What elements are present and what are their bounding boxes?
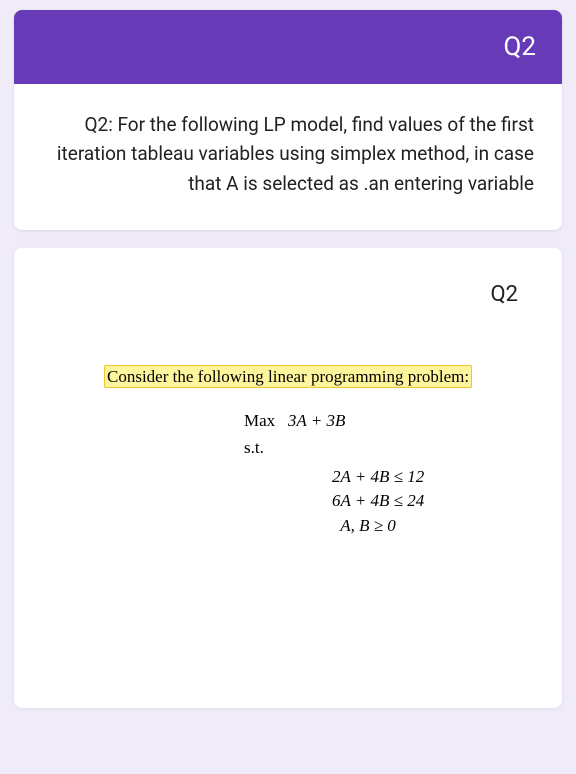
lp-model: Max 3A + 3B s.t. 2A + 4B ≤ 12 6A + 4B ≤ …: [244, 409, 492, 538]
lp-constraint-2: 6A + 4B ≤ 24: [332, 489, 492, 514]
problem-area: Consider the following linear programmin…: [44, 367, 532, 538]
lp-nonnegativity: A, B ≥ 0: [332, 514, 492, 539]
question-header-card: Q2 Q2: For the following LP model, find …: [14, 10, 562, 230]
header-title: Q2: [504, 32, 537, 62]
form-header-bar: Q2: [14, 10, 562, 84]
question-label: Q2: [44, 282, 532, 307]
lp-constraint-1: 2A + 4B ≤ 12: [332, 465, 492, 490]
lp-objective: Max 3A + 3B: [244, 409, 492, 434]
lp-subject-to: s.t.: [244, 436, 492, 461]
question-content-card: Q2 Consider the following linear program…: [14, 248, 562, 708]
problem-intro-highlight: Consider the following linear programmin…: [104, 365, 472, 388]
lp-constraints: 2A + 4B ≤ 12 6A + 4B ≤ 24 A, B ≥ 0: [332, 465, 492, 539]
question-text: Q2: For the following LP model, find val…: [14, 84, 562, 230]
